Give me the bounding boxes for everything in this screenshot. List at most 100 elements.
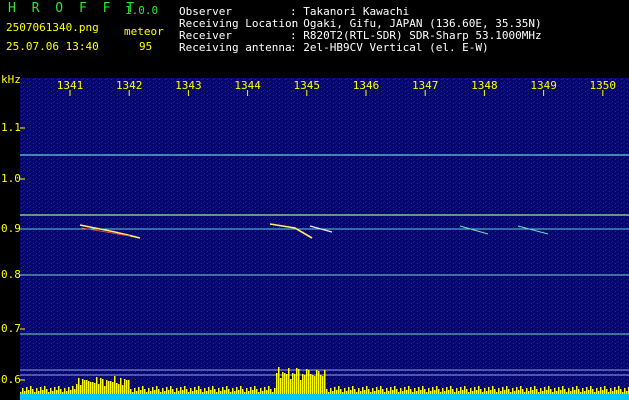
level-bar [182, 390, 184, 394]
level-bar [258, 392, 260, 394]
level-bar [412, 392, 414, 394]
level-bar [308, 370, 310, 394]
level-bar [536, 389, 538, 394]
level-bar [352, 386, 354, 394]
level-bar [216, 392, 218, 394]
level-bar [610, 388, 612, 394]
level-bar [492, 386, 494, 394]
level-bar [570, 391, 572, 394]
level-bar [32, 389, 34, 394]
level-bar [34, 392, 36, 394]
level-bar [242, 389, 244, 394]
level-bar [110, 381, 112, 394]
level-bar [132, 392, 134, 394]
level-bar [298, 369, 300, 394]
level-bar [350, 390, 352, 394]
level-bar [482, 392, 484, 394]
level-bar [452, 389, 454, 394]
level-bar [130, 389, 132, 394]
level-bar [394, 386, 396, 394]
level-bar [588, 390, 590, 394]
level-bar [598, 391, 600, 394]
mode-label: meteor [124, 25, 164, 38]
level-bar [342, 392, 344, 394]
level-bar [606, 389, 608, 394]
level-bar [614, 387, 616, 394]
level-bar [624, 388, 626, 394]
y-tick-label: 1.1 [1, 121, 21, 134]
level-bar [28, 390, 30, 394]
level-bar [102, 379, 104, 394]
level-bar [252, 390, 254, 394]
level-bar [50, 388, 52, 394]
level-bar [592, 389, 594, 394]
level-bar [556, 391, 558, 394]
level-bar [572, 387, 574, 394]
level-bar [602, 390, 604, 394]
level-bar [626, 391, 628, 394]
level-bar [54, 387, 56, 394]
level-bar [268, 386, 270, 394]
level-bar [212, 386, 214, 394]
antenna-value: : 2el-HB9CV Vertical (el. E-W) [290, 41, 489, 54]
level-bar [346, 391, 348, 394]
level-bar [468, 392, 470, 394]
level-bar [174, 392, 176, 394]
level-bar [288, 368, 290, 394]
level-bar [450, 386, 452, 394]
level-bar [422, 386, 424, 394]
level-bar [356, 392, 358, 394]
level-bar [518, 390, 520, 394]
count-label: 95 [139, 40, 153, 53]
level-bar [126, 380, 128, 394]
level-bar [214, 389, 216, 394]
level-bar [306, 369, 308, 394]
level-bar [444, 391, 446, 394]
level-bar [120, 378, 122, 394]
level-bar [222, 387, 224, 394]
level-bar [490, 390, 492, 394]
level-bar [244, 392, 246, 394]
level-bar [276, 373, 278, 394]
level-bar [362, 387, 364, 394]
level-bar [336, 390, 338, 394]
level-bar [224, 390, 226, 394]
level-bar [328, 392, 330, 394]
level-bar [510, 392, 512, 394]
level-bar [230, 392, 232, 394]
level-bar [496, 392, 498, 394]
level-bar [128, 380, 130, 394]
level-bar [470, 388, 472, 394]
level-bar [476, 390, 478, 394]
level-bar [330, 388, 332, 394]
level-bar [620, 389, 622, 394]
level-bar [304, 375, 306, 394]
level-bar [234, 391, 236, 394]
level-bar [396, 389, 398, 394]
level-bar [442, 388, 444, 394]
level-bar [432, 387, 434, 394]
level-bar [108, 381, 110, 394]
level-bar [46, 389, 48, 394]
level-bar [48, 392, 50, 394]
level-bar [78, 378, 80, 394]
level-bar [290, 379, 292, 394]
level-bar [478, 386, 480, 394]
level-bar [52, 391, 54, 394]
level-bar [178, 391, 180, 394]
level-bar [250, 387, 252, 394]
level-bar [204, 388, 206, 394]
level-bar [580, 392, 582, 394]
level-bar [480, 389, 482, 394]
level-bar [310, 374, 312, 394]
level-bar [58, 386, 60, 394]
level-bar [226, 386, 228, 394]
app-version: 1.0.0 [125, 4, 159, 17]
level-bar [158, 389, 160, 394]
level-bar [272, 392, 274, 394]
level-bar [164, 391, 166, 394]
level-bar [198, 386, 200, 394]
level-bar [42, 390, 44, 394]
level-bar [530, 387, 532, 394]
level-bar [554, 388, 556, 394]
